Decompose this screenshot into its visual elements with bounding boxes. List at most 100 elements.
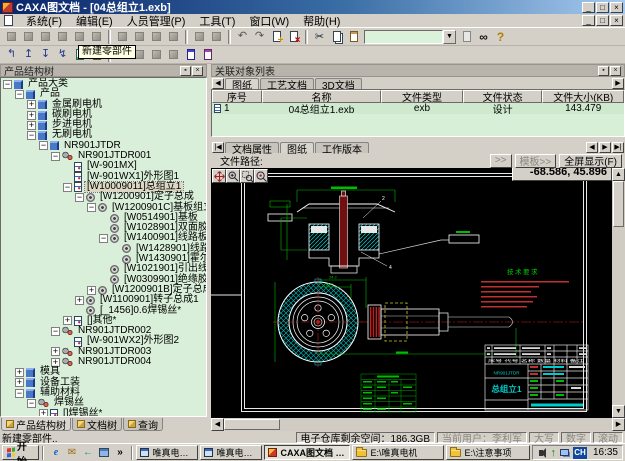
user-tool-icon[interactable] (4, 29, 19, 44)
update-arrow-icon[interactable]: ↑ (550, 448, 556, 458)
close-panel-icon[interactable]: × (610, 66, 621, 76)
tree-expander-icon[interactable]: + (75, 296, 84, 305)
table-column-header[interactable]: 名称 (262, 90, 381, 103)
tree-expander-icon[interactable]: − (15, 90, 24, 99)
part-tool-icon[interactable] (149, 47, 164, 62)
tree-item[interactable]: +步进电机 (1, 120, 206, 130)
tree-item[interactable]: −产品大类 (1, 79, 206, 89)
search-combo[interactable]: ▼ (364, 30, 456, 44)
network-icon[interactable] (560, 449, 569, 456)
pin-icon[interactable]: ▪ (180, 66, 191, 76)
user-tool-icon[interactable] (55, 29, 70, 44)
doc-tab-1[interactable]: 图纸 (280, 142, 314, 153)
quick-launch-overflow-icon[interactable]: » (113, 446, 126, 459)
close-panel-icon[interactable]: × (192, 66, 203, 76)
nav-bottom-icon[interactable]: ↯ (55, 47, 70, 62)
close-button[interactable]: × (610, 2, 623, 13)
tree-item[interactable]: −焊锡丝 (1, 398, 206, 408)
template-button[interactable]: 模板>> (515, 154, 557, 168)
doc-tab-0[interactable]: 文档属性 (225, 142, 279, 153)
pan-icon[interactable] (212, 169, 226, 183)
doc-tool-icon[interactable] (149, 29, 164, 44)
canvas-vscrollbar[interactable]: ▲ ▼ (612, 168, 625, 418)
fullscreen-button[interactable]: 全屏显示(F) (559, 154, 622, 168)
tree-expander-icon[interactable]: − (27, 399, 36, 408)
tab-scroll-right-icon[interactable]: ▶ (612, 78, 624, 89)
linked-tab-2[interactable]: 3D文档 (315, 78, 362, 89)
tree-expander-icon[interactable]: + (27, 121, 36, 130)
menu-item[interactable]: 窗口(W) (242, 13, 296, 29)
find-icon[interactable]: ∞ (476, 29, 491, 44)
doc-tab-2[interactable]: 工作版本 (315, 142, 369, 153)
user-tool-icon[interactable] (21, 29, 36, 44)
hscroll-thumb[interactable] (224, 419, 280, 430)
tab-prev-icon[interactable]: ◀ (586, 142, 598, 153)
pin-icon[interactable]: ▪ (598, 66, 609, 76)
menu-item[interactable]: 工具(T) (192, 13, 242, 29)
tree-expander-icon[interactable]: − (15, 389, 24, 398)
table-column-header[interactable]: 序号 (212, 90, 262, 103)
menu-item[interactable]: 系统(F) (19, 13, 69, 29)
tree-expander-icon[interactable]: + (27, 100, 36, 109)
tree-item[interactable]: +设备工装 (1, 378, 206, 388)
tree-expander-icon[interactable]: + (87, 286, 96, 295)
user-tool-icon[interactable] (89, 29, 104, 44)
table-column-header[interactable]: 文件类型 (381, 90, 463, 103)
tree-expander-icon[interactable]: − (87, 203, 96, 212)
flow-tool-icon[interactable] (209, 29, 224, 44)
more-button[interactable]: >> (490, 154, 512, 168)
tree-item[interactable]: −产品 (1, 89, 206, 99)
table-column-header[interactable]: 文件状态 (463, 90, 543, 103)
zoom-all-icon[interactable] (254, 169, 268, 183)
taskbar-window-button[interactable]: E:\唯真电机 (352, 445, 444, 460)
tree-expander-icon[interactable]: − (39, 141, 48, 150)
doc-tool-icon[interactable] (166, 29, 181, 44)
help-icon[interactable]: ? (493, 29, 508, 44)
tree-expander-icon[interactable]: + (27, 111, 36, 120)
tree-item[interactable]: +模具 (1, 367, 206, 377)
flow-tool-icon[interactable] (192, 29, 207, 44)
taskbar-window-button[interactable]: CAXA图文档 - [04总... (264, 445, 350, 460)
delete-document-icon[interactable] (286, 29, 301, 44)
tab-first-icon[interactable]: |◀ (212, 142, 224, 153)
tree-expander-icon[interactable]: + (15, 368, 24, 377)
back-arrow-icon[interactable]: ← (81, 446, 94, 459)
tab-scroll-left-icon[interactable]: ◀ (212, 78, 224, 89)
tree-expander-icon[interactable]: − (51, 327, 60, 336)
nav-down-icon[interactable]: ↧ (38, 47, 53, 62)
menu-item[interactable]: 人员管理(P) (120, 13, 193, 29)
tree-expander-icon[interactable]: + (63, 316, 72, 325)
taskbar-window-button[interactable]: 唯真电机 图文档系... (200, 445, 262, 460)
taskbar-window-button[interactable]: E:\注意事项 (446, 445, 530, 460)
mdi-restore-button[interactable]: □ (596, 15, 609, 26)
copy-icon[interactable] (329, 29, 344, 44)
user-tool-icon[interactable] (38, 29, 53, 44)
menu-item[interactable]: 帮助(H) (296, 13, 347, 29)
input-language-indicator[interactable]: CH (573, 447, 587, 459)
tree-item[interactable]: +碳刷电机 (1, 110, 206, 120)
cad-canvas[interactable]: -68.586, 45.896 (211, 168, 612, 418)
tree-expander-icon[interactable]: − (3, 80, 12, 89)
tree-expander-icon[interactable]: − (75, 193, 84, 202)
zoom-in-icon[interactable] (226, 169, 240, 183)
paste-special-icon[interactable] (459, 29, 474, 44)
tree-expander-icon[interactable]: − (63, 183, 72, 192)
zoom-window-icon[interactable] (240, 169, 254, 183)
nav-top-icon[interactable]: ↥ (21, 47, 36, 62)
tree-expander-icon[interactable]: − (27, 131, 36, 140)
linked-tab-1[interactable]: 工艺文档 (260, 78, 314, 89)
tree-expander-icon[interactable]: + (51, 347, 60, 356)
tree-expander-icon[interactable]: − (99, 234, 108, 243)
linked-tab-0[interactable]: 图纸 (225, 78, 259, 89)
mail-icon[interactable]: ✉ (65, 446, 78, 459)
start-button[interactable]: 开始 (2, 445, 39, 460)
nav-up-icon[interactable]: ↰ (4, 47, 19, 62)
tree-item[interactable]: −辅助材料 (1, 388, 206, 398)
doc-tool-icon[interactable] (115, 29, 130, 44)
show-desktop-icon[interactable] (97, 446, 110, 459)
tree-expander-icon[interactable]: + (15, 378, 24, 387)
new-document-icon[interactable] (269, 29, 284, 44)
restore-button[interactable]: □ (596, 2, 609, 13)
table-view-icon[interactable] (200, 47, 215, 62)
taskbar-window-button[interactable]: 唯真电机 实施应用... (136, 445, 198, 460)
